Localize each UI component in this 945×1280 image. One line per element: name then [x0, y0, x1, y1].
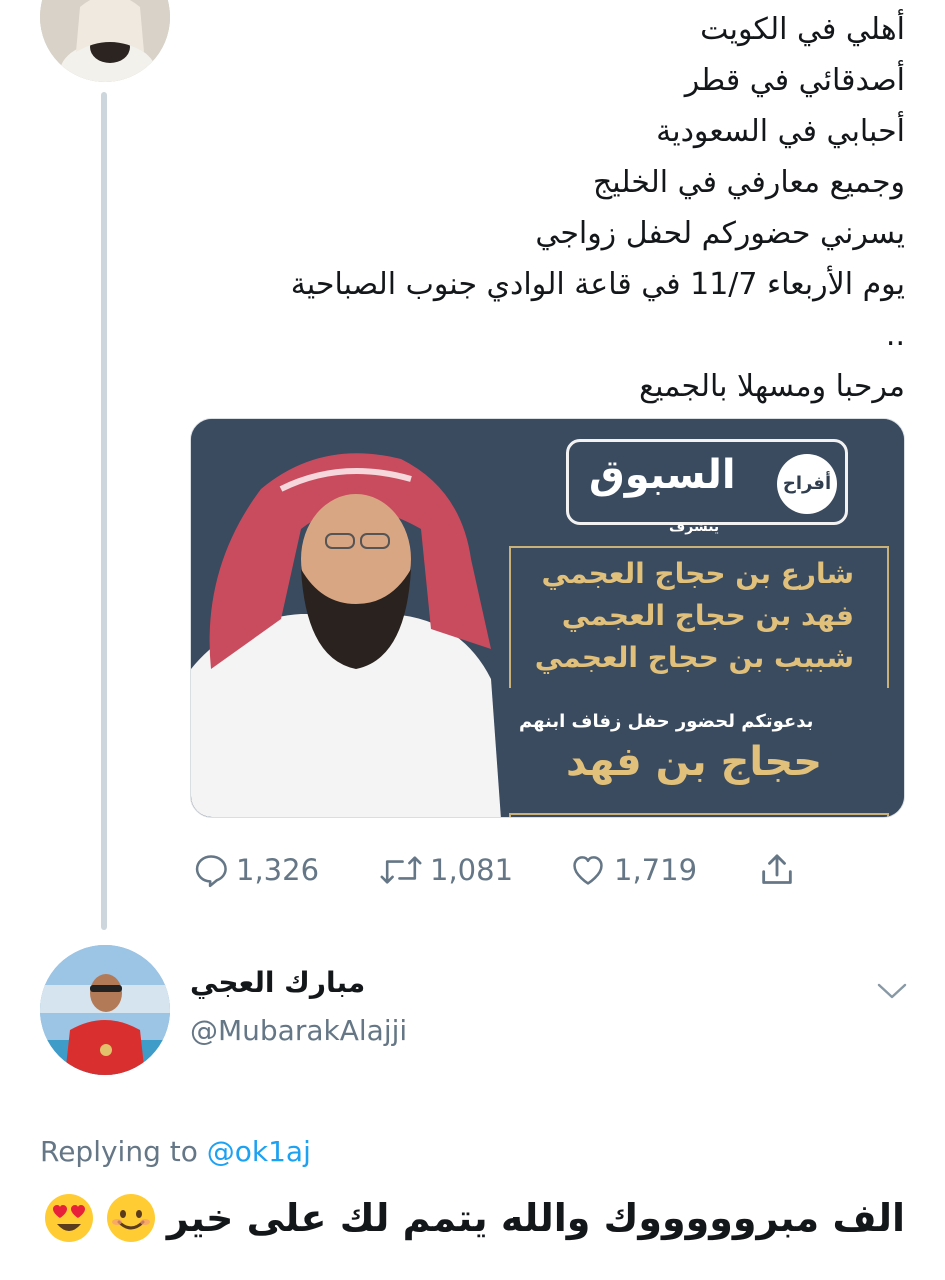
groom-name: حجاج بن فهد — [566, 739, 823, 785]
tweet-line: يوم الأربعاء 11/7 في قاعة الوادي جنوب ال… — [290, 267, 905, 302]
like-count: 1,719 — [614, 853, 698, 887]
honors-text: يتشرف — [669, 519, 720, 535]
reply-button[interactable]: 1,326 — [192, 850, 319, 890]
tweet-line: مرحبا ومسهلا بالجميع — [639, 369, 905, 404]
bottom-frame — [509, 813, 889, 817]
share-button[interactable] — [755, 850, 799, 890]
reply-text: الف مبروووووك والله يتمم لك على خير — [43, 1192, 905, 1244]
tweet-line: وجميع معارفي في الخليج — [592, 165, 905, 200]
reply-author-handle[interactable]: @MubarakAlajji — [190, 1014, 407, 1047]
host-name: شارع بن حجاج العجمي — [541, 557, 855, 590]
thread-connector-line — [101, 92, 107, 930]
reply-count: 1,326 — [236, 853, 320, 887]
tweet-line: أصدقائي في قطر — [684, 63, 905, 98]
comment-icon — [195, 855, 227, 888]
reply-author-photo — [40, 945, 170, 1075]
retweet-count: 1,081 — [430, 853, 514, 887]
smiling-face-icon — [106, 1194, 155, 1242]
reply-text-content: الف مبروووووك والله يتمم لك على خير — [166, 1196, 905, 1240]
host-name: شبيب بن حجاج العجمي — [534, 641, 854, 674]
reply-author-name[interactable]: مبارك العجي — [190, 966, 365, 999]
replying-to-handle-link[interactable]: @ok1aj — [207, 1135, 311, 1168]
tweet-line: يسرني حضوركم لحفل زواجي — [535, 216, 905, 251]
tweet-menu-button[interactable] — [875, 980, 909, 1006]
chevron-down-icon — [877, 983, 907, 999]
share-icon — [762, 854, 792, 884]
tweet-media-image[interactable]: السبوق أفراح يتشرف شارع بن حجاج العجمي ف… — [190, 418, 905, 818]
host-name: فهد بن حجاج العجمي — [561, 599, 854, 632]
retweet-icon — [380, 856, 422, 884]
like-button[interactable]: 1,719 — [568, 850, 697, 890]
replying-to: Replying to @ok1aj — [40, 1135, 311, 1168]
logo-prefix: أفراح — [777, 454, 837, 514]
venue-logo: السبوق أفراح — [566, 439, 848, 525]
tweet-line: أهلي في الكويت — [700, 12, 905, 47]
invite-text: بدعوتكم لحضور حفل زفاف ابنهم — [519, 711, 814, 732]
heart-eyes-icon — [44, 1194, 93, 1242]
author-avatar[interactable] — [40, 0, 170, 82]
retweet-button[interactable]: 1,081 — [378, 850, 513, 890]
reply-author-avatar[interactable] — [40, 945, 170, 1075]
replying-to-label: Replying to — [40, 1135, 198, 1168]
logo-main-text: السبوق — [589, 452, 736, 498]
author-photo — [40, 0, 170, 82]
tweet-line: .. — [885, 318, 905, 353]
heart-icon — [573, 856, 603, 885]
tweet-text: أهلي في الكويت أصدقائي في قطر أحبابي في … — [225, 4, 905, 412]
tweet-line: أحبابي في السعودية — [656, 114, 905, 149]
